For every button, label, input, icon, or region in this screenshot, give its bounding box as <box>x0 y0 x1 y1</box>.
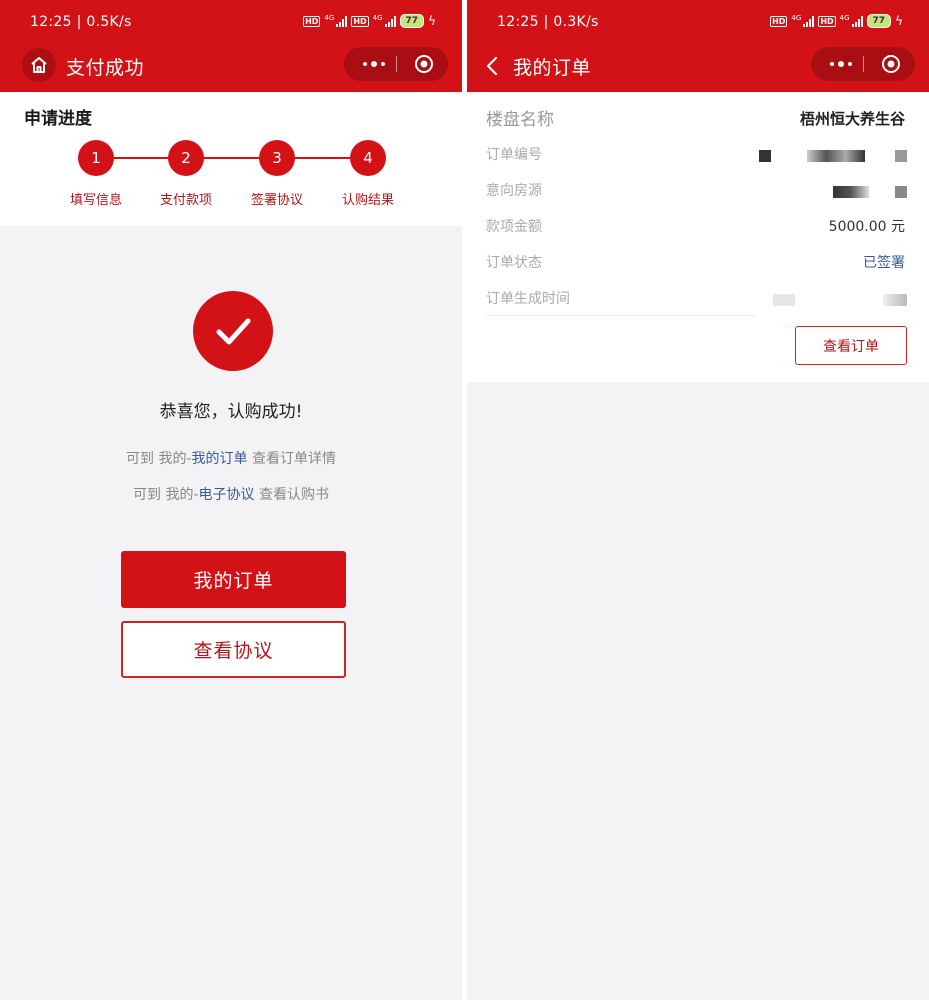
hint-orders: 可到 我的-我的订单 查看订单详情 <box>0 448 462 468</box>
hint-text: 查看订单详情 <box>247 451 336 467</box>
row-value: 梧州恒大养生谷 <box>799 110 905 128</box>
my-orders-link[interactable]: 我的订单 <box>192 451 248 467</box>
status-time: 12:25 | 0.3K/s <box>497 14 599 30</box>
redacted-block <box>807 150 865 162</box>
capsule-divider <box>396 56 397 72</box>
step-1-circle: 1 <box>78 140 114 176</box>
step-3-circle: 3 <box>259 140 295 176</box>
redacted-block <box>895 186 907 198</box>
hd-icon: HD <box>770 15 788 27</box>
step-4-circle: 4 <box>350 140 386 176</box>
row-label: 订单生成时间 <box>486 291 570 307</box>
row-label: 订单编号 <box>486 147 542 163</box>
e-agreement-link[interactable]: 电子协议 <box>199 487 255 503</box>
network-type: 4G <box>324 14 335 22</box>
redacted-block <box>833 186 869 198</box>
divider <box>486 315 756 316</box>
hd-icon: HD <box>818 15 836 27</box>
row-value: 5000.00 元 <box>828 219 905 235</box>
my-orders-screen: 12:25 | 0.3K/s HD 4G HD 4G 77 ϟ 我的订单 楼盘名… <box>467 0 929 1000</box>
order-row-number: 订单编号 <box>467 138 929 168</box>
success-badge <box>193 291 273 371</box>
order-row-unit: 意向房源 <box>467 174 929 204</box>
step-4-label: 认购结果 <box>341 193 394 208</box>
charging-icon: ϟ <box>895 14 903 28</box>
signal-icon <box>803 15 815 27</box>
order-row-amount: 款项金额 5000.00 元 <box>467 210 929 240</box>
network-type: 4G <box>791 14 802 22</box>
header: 12:25 | 0.3K/s HD 4G HD 4G 77 ϟ 我的订单 <box>467 0 929 92</box>
my-orders-button[interactable]: 我的订单 <box>121 551 346 608</box>
mini-program-capsule <box>344 47 448 81</box>
status-time: 12:25 | 0.5K/s <box>30 14 132 30</box>
capsule-divider <box>863 56 864 72</box>
payment-success-screen: 12:25 | 0.5K/s HD 4G HD 4G 77 ϟ 支付成功 申请进… <box>0 0 462 1000</box>
battery-icon: 77 <box>399 14 425 28</box>
chevron-left-icon[interactable] <box>481 54 505 78</box>
status-bar: 12:25 | 0.5K/s HD 4G HD 4G 77 ϟ <box>0 0 462 44</box>
status-bar: 12:25 | 0.3K/s HD 4G HD 4G 77 ϟ <box>467 0 929 44</box>
network-type: 4G <box>839 14 850 22</box>
signal-icon <box>851 15 863 27</box>
signal-icon <box>384 15 396 27</box>
order-row-status: 订单状态 已签署 <box>467 246 929 276</box>
page-title: 我的订单 <box>513 57 592 79</box>
page-title: 支付成功 <box>66 57 145 79</box>
navigation-bar: 我的订单 <box>467 44 929 92</box>
charging-icon: ϟ <box>428 14 436 28</box>
step-1-label: 填写信息 <box>69 193 122 208</box>
network-type: 4G <box>372 14 383 22</box>
application-progress: 申请进度 1 2 3 4 填写信息 支付款项 签署协议 认购结果 <box>0 92 462 226</box>
target-circle-icon[interactable] <box>414 54 434 74</box>
step-3-label: 签署协议 <box>250 193 303 208</box>
hint-agreement: 可到 我的-电子协议 查看认购书 <box>0 484 462 504</box>
step-2-label: 支付款项 <box>159 193 212 208</box>
signal-icon <box>336 15 348 27</box>
more-dots-icon[interactable] <box>821 47 861 81</box>
more-dots-icon[interactable] <box>354 47 394 81</box>
status-indicators: HD 4G HD 4G 77 ϟ <box>303 14 436 28</box>
target-circle-icon[interactable] <box>881 54 901 74</box>
progress-title: 申请进度 <box>24 109 92 129</box>
view-order-button[interactable]: 查看订单 <box>795 326 907 365</box>
success-message: 恭喜您，认购成功! <box>159 402 303 422</box>
view-agreement-button[interactable]: 查看协议 <box>121 621 346 678</box>
row-label: 楼盘名称 <box>486 110 554 130</box>
hint-text: 可到 我的- <box>126 451 192 467</box>
order-row-created: 订单生成时间 <box>467 282 929 312</box>
hint-text: 可到 我的- <box>133 487 199 503</box>
row-label: 意向房源 <box>486 183 542 199</box>
hd-icon: HD <box>303 15 321 27</box>
status-badge: 已签署 <box>863 255 905 271</box>
header: 12:25 | 0.5K/s HD 4G HD 4G 77 ϟ 支付成功 <box>0 0 462 92</box>
navigation-bar: 支付成功 <box>0 44 462 92</box>
step-2-circle: 2 <box>168 140 204 176</box>
row-label: 订单状态 <box>486 255 542 271</box>
home-button[interactable] <box>22 48 56 82</box>
hd-icon: HD <box>351 15 369 27</box>
redacted-block <box>759 150 771 162</box>
progress-track <box>96 157 368 159</box>
mini-program-capsule <box>811 47 915 81</box>
row-label: 款项金额 <box>486 219 542 235</box>
hint-text: 查看认购书 <box>254 487 329 503</box>
checkmark-icon <box>216 318 251 345</box>
battery-icon: 77 <box>866 14 892 28</box>
redacted-block <box>773 294 795 306</box>
order-row-project: 楼盘名称 梧州恒大养生谷 <box>467 102 929 132</box>
order-card: 楼盘名称 梧州恒大养生谷 订单编号 意向房源 款项金额 5000.00 元 订单… <box>467 92 929 382</box>
redacted-block <box>895 150 907 162</box>
redacted-block <box>883 294 907 306</box>
status-indicators: HD 4G HD 4G 77 ϟ <box>770 14 903 28</box>
home-icon <box>31 57 47 73</box>
